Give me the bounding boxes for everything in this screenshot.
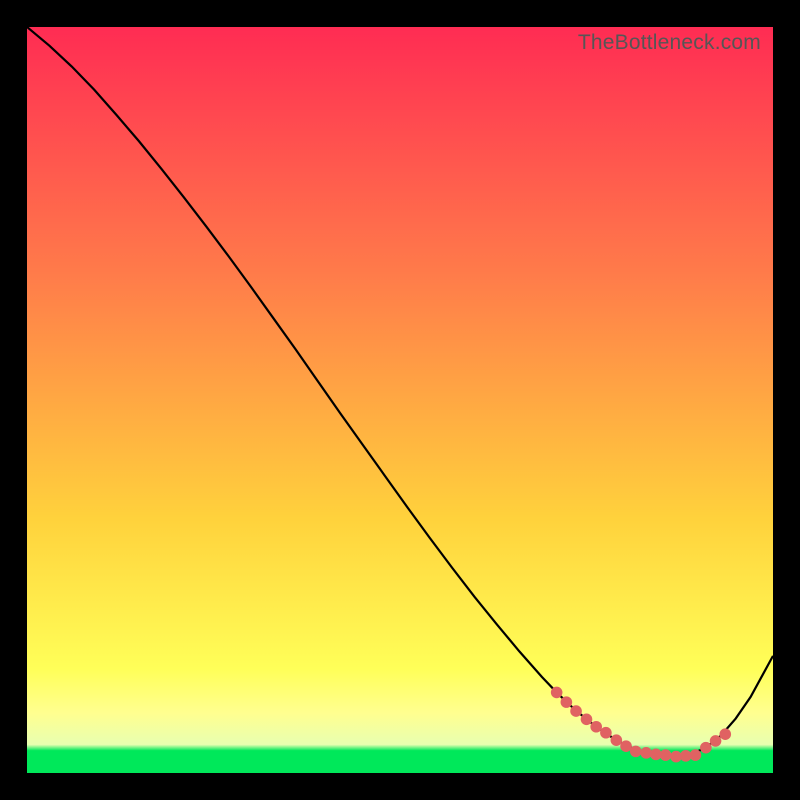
marker-dot (570, 705, 582, 717)
marker-dot (700, 742, 712, 754)
marker-dot (640, 747, 652, 759)
marker-dot (719, 728, 731, 740)
marker-dot (600, 727, 612, 739)
marker-dot (710, 735, 722, 747)
marker-dot (660, 749, 672, 761)
chart-frame: TheBottleneck.com (27, 27, 773, 773)
gradient-background (27, 27, 773, 773)
bottleneck-chart (27, 27, 773, 773)
marker-dot (561, 696, 573, 708)
marker-dot (590, 721, 602, 733)
marker-dot (630, 746, 642, 758)
marker-dot (551, 687, 563, 699)
marker-dot (690, 749, 702, 761)
marker-dot (611, 734, 623, 746)
marker-dot (581, 713, 593, 725)
attribution-label: TheBottleneck.com (578, 31, 761, 55)
